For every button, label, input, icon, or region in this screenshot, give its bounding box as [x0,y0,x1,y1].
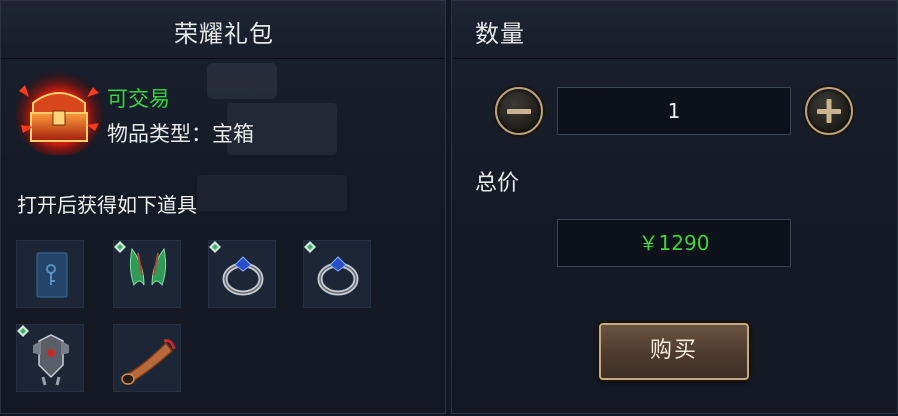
horn-icon [121,339,176,385]
diamond-badge-icon [209,241,221,253]
contents-label: 打开后获得如下道具 [17,193,197,217]
tradable-status: 可交易 [107,87,170,111]
total-price-value: ￥1290 [557,219,791,267]
item-info-header: 荣耀礼包 [1,1,445,59]
diamond-badge-icon [17,325,29,337]
buy-button[interactable]: 购买 [599,323,749,380]
blue-book-icon [36,252,68,298]
reward-slot-6[interactable] [113,324,181,392]
reward-slot-5[interactable] [16,324,84,392]
treasure-chest-icon [15,69,103,155]
quantity-input[interactable]: 1 [557,87,791,135]
decrease-quantity-button[interactable] [495,87,543,135]
diamond-badge-icon [114,241,126,253]
reward-slot-2[interactable] [113,240,181,308]
item-type-label: 物品类型：宝箱 [107,122,254,146]
item-title: 荣耀礼包 [174,20,274,48]
purchase-header: 数量 [452,1,897,59]
item-info-panel: 荣耀礼包 可交易 物品类型：宝箱 打开后获得如下道具 [0,0,446,414]
reward-slot-4[interactable] [303,240,371,308]
purchase-dialog: 荣耀礼包 可交易 物品类型：宝箱 打开后获得如下道具 数量 1 总价 ￥1290… [0,0,898,416]
reward-slot-1[interactable] [16,240,84,308]
total-price-label: 总价 [475,171,520,196]
increase-quantity-button[interactable] [805,87,853,135]
plus-icon [817,99,841,123]
reward-slot-3[interactable] [208,240,276,308]
diamond-badge-icon [304,241,316,253]
minus-icon [507,109,531,114]
quantity-title: 数量 [475,20,525,48]
